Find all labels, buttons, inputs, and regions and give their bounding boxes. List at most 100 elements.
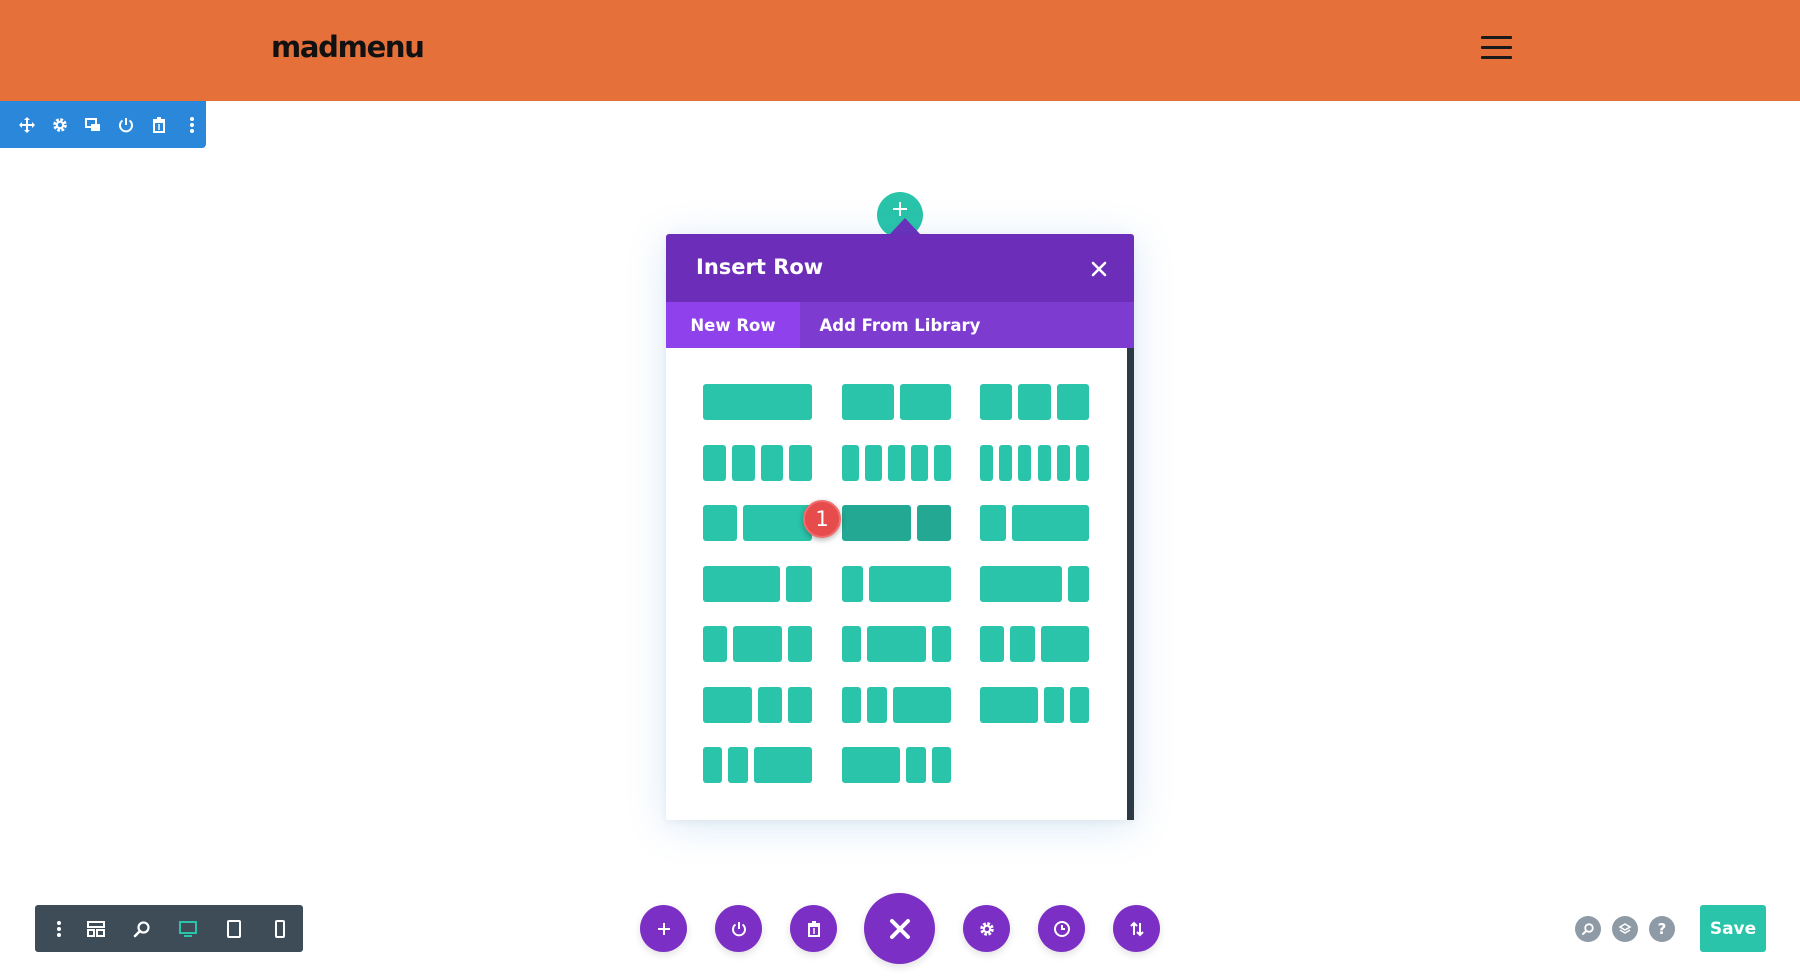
layout-column <box>892 686 951 723</box>
layout-column <box>787 626 812 662</box>
layout-column <box>931 747 951 783</box>
modal-scrollbar[interactable] <box>1127 348 1134 820</box>
tab-new-row[interactable]: New Row <box>666 302 800 348</box>
row-layout-grid <box>666 348 1126 820</box>
desktop-icon[interactable] <box>165 905 211 952</box>
layout-column <box>760 444 784 481</box>
save-button[interactable]: Save <box>1700 905 1766 952</box>
layout-column <box>1018 384 1051 420</box>
gear-icon[interactable] <box>49 114 71 136</box>
more-vertical-icon[interactable] <box>45 905 72 952</box>
layout-column <box>980 384 1013 420</box>
layout-column <box>1018 444 1032 481</box>
insert-row-modal: Insert Row New Row Add From Library <box>666 234 1134 820</box>
layout-column <box>1068 565 1089 602</box>
portability-button[interactable] <box>1113 905 1160 952</box>
trash-icon[interactable] <box>148 114 170 136</box>
power-icon <box>731 921 746 936</box>
layout-column <box>789 444 812 481</box>
layout-column <box>980 686 1039 723</box>
layout-column <box>842 505 911 541</box>
layout-column <box>757 686 782 723</box>
layout-column <box>980 565 1063 602</box>
row-layout-option[interactable] <box>980 626 1089 662</box>
layout-column <box>787 686 812 723</box>
row-layout-option[interactable] <box>842 384 951 420</box>
gear-icon <box>979 921 994 936</box>
layout-column <box>733 626 782 662</box>
zoom-icon[interactable] <box>119 905 165 952</box>
wireframe-icon[interactable] <box>72 905 118 952</box>
layout-column <box>906 747 926 783</box>
site-header: madmenu <box>0 0 1800 101</box>
row-layout-option[interactable] <box>703 747 812 783</box>
layout-column <box>867 626 926 662</box>
plus-icon <box>893 202 907 216</box>
row-layout-option[interactable] <box>703 565 812 602</box>
layout-column <box>1069 686 1089 723</box>
row-layout-option[interactable] <box>842 626 951 662</box>
row-layout-option[interactable] <box>703 626 812 662</box>
history-button[interactable] <box>1038 905 1085 952</box>
layout-column <box>980 444 994 481</box>
duplicate-icon[interactable] <box>82 114 104 136</box>
row-layout-option[interactable] <box>703 686 812 723</box>
layout-column <box>1056 384 1089 420</box>
layout-column <box>934 444 951 481</box>
move-icon[interactable] <box>16 114 38 136</box>
row-layout-option[interactable] <box>980 686 1089 723</box>
help-icon[interactable]: ? <box>1649 916 1675 942</box>
close-settings-button[interactable] <box>864 893 935 964</box>
layout-column <box>980 626 1005 662</box>
layout-column <box>842 384 894 420</box>
layout-column <box>731 444 755 481</box>
layout-column <box>865 444 882 481</box>
view-mode-bar <box>35 905 303 952</box>
row-layout-option[interactable] <box>703 505 812 541</box>
modal-header: Insert Row <box>666 234 1134 302</box>
row-layout-option[interactable] <box>842 444 951 481</box>
layout-column <box>842 444 859 481</box>
modal-pointer <box>890 218 920 234</box>
layout-column <box>868 565 951 602</box>
layout-column <box>703 565 781 602</box>
power-button[interactable] <box>715 905 762 952</box>
more-vertical-icon[interactable] <box>181 114 203 136</box>
layout-column <box>999 444 1013 481</box>
layout-column <box>728 747 748 783</box>
layout-column <box>1040 626 1089 662</box>
trash-button[interactable] <box>790 905 837 952</box>
hamburger-icon[interactable] <box>1481 36 1512 60</box>
close-icon[interactable] <box>1086 256 1112 282</box>
phone-icon[interactable] <box>257 905 303 952</box>
row-layout-option[interactable] <box>703 444 812 481</box>
history-icon <box>1053 920 1070 937</box>
layout-column <box>842 565 863 602</box>
row-layout-option[interactable] <box>842 747 951 783</box>
row-layout-option[interactable] <box>980 384 1089 420</box>
settings-button[interactable] <box>963 905 1010 952</box>
tablet-icon[interactable] <box>211 905 257 952</box>
layout-column <box>842 626 862 662</box>
layers-icon[interactable] <box>1612 916 1638 942</box>
row-layout-option[interactable] <box>980 505 1089 541</box>
row-layout-option[interactable] <box>842 686 951 723</box>
search-icon[interactable] <box>1575 916 1601 942</box>
power-icon[interactable] <box>115 114 137 136</box>
modal-title: Insert Row <box>696 255 824 279</box>
layout-column <box>916 505 951 541</box>
close-icon <box>889 918 910 939</box>
row-layout-option[interactable] <box>842 505 951 541</box>
layout-column <box>1056 444 1070 481</box>
site-logo[interactable]: madmenu <box>271 30 425 64</box>
layout-column <box>1044 686 1064 723</box>
row-layout-option[interactable] <box>703 384 812 420</box>
row-layout-option[interactable] <box>980 565 1089 602</box>
add-button[interactable] <box>640 905 687 952</box>
row-layout-option[interactable] <box>980 444 1089 481</box>
layout-column <box>703 384 812 420</box>
row-layout-option[interactable] <box>842 565 951 602</box>
layout-column <box>911 444 928 481</box>
tab-add-from-library[interactable]: Add From Library <box>800 302 1000 348</box>
trash-icon <box>807 920 820 937</box>
